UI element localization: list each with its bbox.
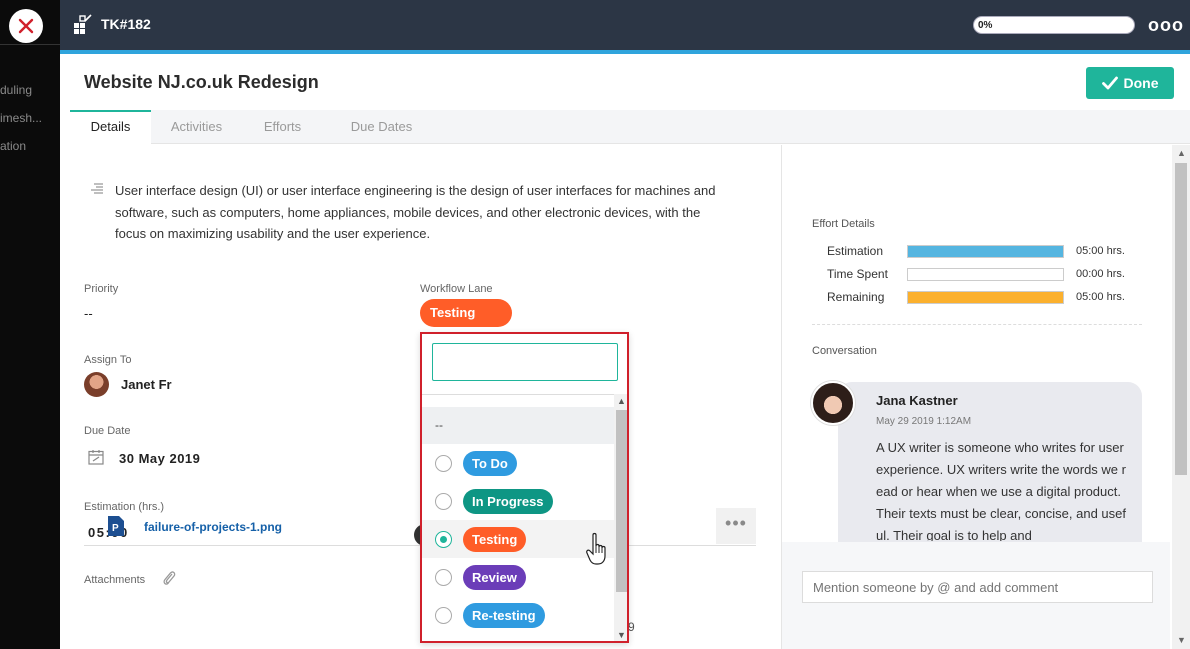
workflow-pill: Re-testing [463, 603, 545, 628]
effort-details-title: Effort Details [812, 218, 875, 230]
rail-item-timesheet[interactable]: imesh... [0, 111, 60, 125]
workflow-pill: To Do [463, 451, 517, 476]
task-id: TK#182 [101, 16, 151, 32]
description-icon [91, 183, 103, 194]
effort-row-label: Time Spent [827, 267, 888, 281]
comment-timestamp: May 29 2019 1:12AM [876, 416, 972, 427]
hand-pointer-icon [586, 532, 606, 565]
task-description[interactable]: User interface design (UI) or user inter… [115, 180, 730, 245]
effort-divider [812, 324, 1142, 325]
tab-efforts[interactable]: Efforts [242, 110, 323, 144]
left-rail: duling imesh... ation [0, 0, 60, 649]
page-title[interactable]: Website NJ.co.uk Redesign [84, 72, 319, 93]
side-column: Effort Details Estimation 05:00 hrs. Tim… [782, 145, 1190, 649]
priority-label: Priority [84, 283, 119, 295]
workflow-option-in-progress[interactable]: In Progress [422, 482, 615, 520]
workflow-pill: Testing [463, 527, 527, 552]
workflow-option-re-testing[interactable]: Re-testing [422, 596, 615, 634]
rail-divider [0, 44, 60, 45]
close-button[interactable] [9, 9, 43, 43]
estimation-label: Estimation (hrs.) [84, 501, 165, 513]
tab-activities[interactable]: Activities [151, 110, 242, 144]
effort-row-value: 05:00 hrs. [1076, 291, 1125, 303]
effort-row-value: 00:00 hrs. [1076, 268, 1125, 280]
effort-row-estimation: Estimation 05:00 hrs. [827, 244, 1147, 260]
effort-bar [907, 268, 1064, 281]
scroll-down-icon[interactable]: ▼ [1177, 635, 1186, 645]
due-date-label: Due Date [84, 425, 131, 437]
radio-button[interactable] [435, 455, 452, 472]
done-button-label: Done [1123, 75, 1159, 91]
effort-bar-fill [908, 246, 1063, 257]
tab-due-dates[interactable]: Due Dates [323, 110, 440, 144]
scroll-down-icon[interactable]: ▼ [617, 630, 626, 640]
upload-date-fragment: 9 [628, 620, 635, 634]
close-icon [18, 18, 34, 34]
effort-row-value: 05:00 hrs. [1076, 245, 1125, 257]
comment-input[interactable] [802, 571, 1153, 603]
workflow-lane-select[interactable]: Testing [420, 299, 512, 327]
more-options-button[interactable]: ooo [1148, 15, 1184, 36]
paperclip-icon[interactable] [162, 570, 176, 586]
dropdown-scrollbar-thumb[interactable] [616, 410, 627, 592]
radio-button[interactable] [435, 607, 452, 624]
comment-author: Jana Kastner [876, 393, 958, 408]
effort-row-label: Remaining [827, 290, 885, 304]
progress-label: 0% [978, 20, 993, 31]
svg-text:P: P [112, 523, 119, 534]
commenter-avatar [811, 381, 855, 425]
side-scrollbar[interactable]: ▲ ▼ [1172, 145, 1190, 649]
workflow-option-to-do[interactable]: To Do [422, 444, 615, 482]
comment-message: A UX writer is someone who writes for us… [876, 440, 1127, 541]
workflow-lane-dropdown: -- To Do In Progress Testing Review Re-t… [420, 332, 629, 643]
comment-composer [782, 542, 1170, 649]
assignee-avatar [84, 372, 109, 397]
scroll-up-icon[interactable]: ▲ [1177, 148, 1186, 158]
workflow-search-input[interactable] [432, 343, 618, 381]
scroll-up-icon[interactable]: ▲ [617, 396, 626, 406]
assign-to-label: Assign To [84, 354, 132, 366]
radio-button[interactable] [435, 569, 452, 586]
check-icon [1101, 76, 1118, 90]
file-type-icon: P [108, 516, 124, 536]
effort-row-label: Estimation [827, 244, 884, 258]
effort-bar [907, 245, 1064, 258]
effort-row-time-spent: Time Spent 00:00 hrs. [827, 267, 1147, 283]
tab-details[interactable]: Details [70, 110, 151, 144]
done-button[interactable]: Done [1086, 67, 1174, 99]
task-progress-bar: 0% [973, 16, 1135, 34]
dropdown-scrollbar[interactable]: ▲ ▼ [614, 394, 627, 641]
attachments-label: Attachments [84, 574, 146, 586]
calendar-icon [88, 450, 104, 465]
workflow-option-none[interactable]: -- [422, 407, 615, 444]
conversation-title: Conversation [812, 345, 877, 357]
rail-item-scheduling[interactable]: duling [0, 83, 60, 97]
side-scrollbar-thumb[interactable] [1175, 163, 1187, 475]
effort-bar [907, 291, 1064, 304]
assignee-name[interactable]: Janet Fr [121, 377, 172, 392]
tab-bar: Details Activities Efforts Due Dates [70, 110, 1190, 144]
workflow-option-list: -- To Do In Progress Testing Review Re-t… [422, 394, 615, 643]
effort-row-remaining: Remaining 05:00 hrs. [827, 290, 1147, 306]
task-header-bar: TK#182 0% ooo [60, 0, 1190, 50]
attachment-more-button[interactable]: ••• [716, 508, 756, 544]
task-type-icon [74, 14, 92, 34]
workflow-option-done[interactable] [422, 634, 615, 643]
workflow-pill: Review [463, 565, 526, 590]
attachment-file-name[interactable]: failure-of-projects-1.png [144, 520, 282, 534]
workflow-pill: In Progress [463, 489, 553, 514]
effort-bar-fill [908, 292, 1063, 303]
priority-value[interactable]: -- [84, 306, 93, 321]
radio-button[interactable] [435, 531, 452, 548]
due-date-value[interactable]: 30 May 2019 [119, 451, 200, 466]
workflow-pill [463, 641, 545, 643]
radio-button[interactable] [435, 493, 452, 510]
rail-item-automation[interactable]: ation [0, 139, 60, 153]
workflow-lane-label: Workflow Lane [420, 283, 493, 295]
